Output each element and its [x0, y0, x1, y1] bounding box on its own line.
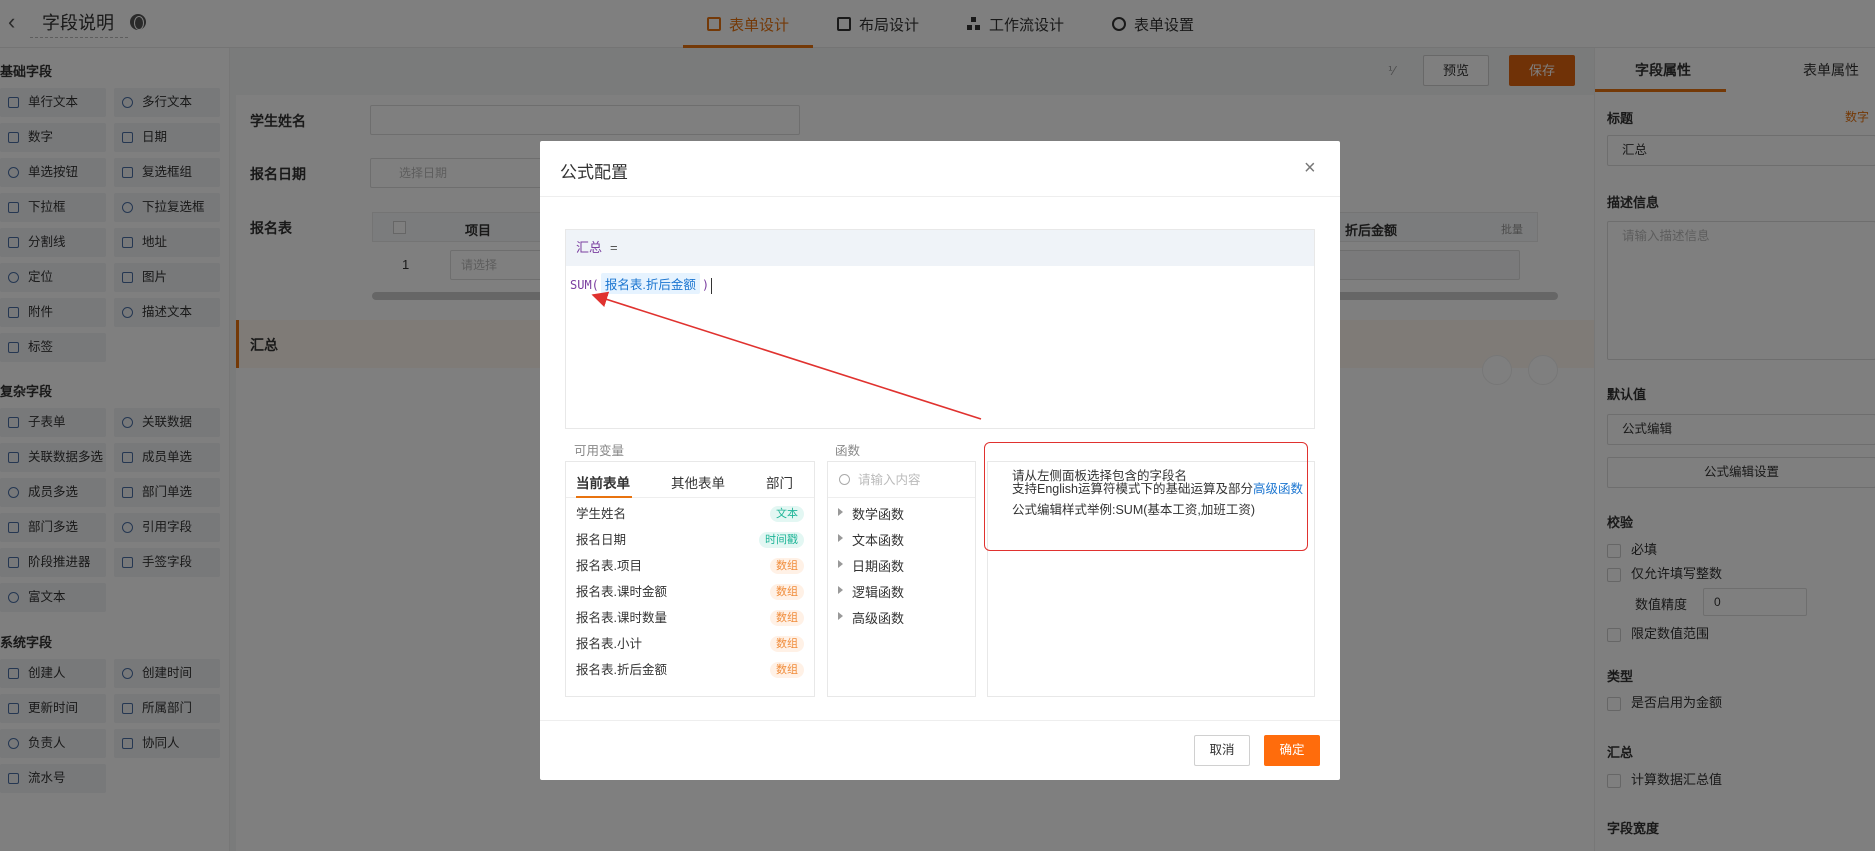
function-category[interactable]: 数学函数	[838, 504, 904, 523]
cancel-button[interactable]: 取消	[1194, 735, 1250, 766]
formula-editor[interactable]: 汇总 = SUM(报名表.折后金额)	[565, 229, 1315, 429]
functions-panel: 请输入内容 数学函数文本函数日期函数逻辑函数高级函数	[827, 461, 976, 697]
ok-button[interactable]: 确定	[1264, 735, 1320, 766]
variables-panel: 当前表单 其他表单 部门 学生姓名 文本 报名日期 时间戳 报名表.项目 数组 报名表.课时…	[565, 461, 815, 697]
formula-target: 汇总 =	[566, 230, 1314, 266]
help-line-3: 公式编辑样式举例:SUM(基本工资,加班工资)	[1012, 503, 1256, 517]
formula-function: SUM(	[570, 278, 599, 292]
tab-current-form[interactable]: 当前表单	[576, 472, 630, 492]
variable-type-badge: 数组	[770, 662, 804, 678]
variable-type-badge: 数组	[770, 558, 804, 574]
function-category[interactable]: 日期函数	[838, 556, 904, 575]
function-category[interactable]: 逻辑函数	[838, 582, 904, 601]
help-text: 请从左侧面板选择包含的字段名 支持English运算符模式下的基础运算及部分高级…	[1012, 470, 1308, 517]
tab-departments[interactable]: 部门	[766, 472, 793, 492]
variable-item[interactable]: 报名日期 时间戳	[576, 530, 804, 550]
variable-item[interactable]: 报名表.小计 数组	[576, 634, 804, 654]
functions-label: 函数	[835, 444, 861, 458]
function-search-input[interactable]: 请输入内容	[828, 462, 975, 498]
variable-item[interactable]: 报名表.折后金额 数组	[576, 660, 804, 680]
search-icon	[839, 474, 850, 485]
variable-type-badge: 时间戳	[759, 532, 804, 548]
variable-type-badge: 数组	[770, 584, 804, 600]
variable-type-badge: 文本	[770, 506, 804, 522]
variable-item[interactable]: 学生姓名 文本	[576, 504, 804, 524]
vars-label: 可用变量	[574, 444, 625, 458]
close-icon[interactable]: ×	[1304, 158, 1316, 178]
variable-type-badge: 数组	[770, 610, 804, 626]
formula-close-paren: )	[701, 278, 710, 292]
text-caret	[711, 277, 713, 294]
variable-item[interactable]: 报名表.项目 数组	[576, 556, 804, 576]
formula-expression[interactable]: SUM(报名表.折后金额)	[570, 273, 713, 294]
modal-title: 公式配置	[560, 163, 628, 182]
variable-item[interactable]: 报名表.课时金额 数组	[576, 582, 804, 602]
formula-config-modal: 公式配置 × 汇总 = SUM(报名表.折后金额) 可用变量 当前表单 其他表单 …	[540, 141, 1340, 780]
variable-type-badge: 数组	[770, 636, 804, 652]
formula-equals: =	[610, 240, 618, 255]
modal-footer: 取消 确定	[540, 720, 1340, 780]
variable-tabs: 当前表单 其他表单 部门	[566, 462, 814, 498]
function-category[interactable]: 文本函数	[838, 530, 904, 549]
active-tab-underline	[576, 496, 632, 498]
tab-other-forms[interactable]: 其他表单	[671, 472, 725, 492]
advanced-functions-link[interactable]: 高级函数	[1253, 482, 1303, 496]
function-category[interactable]: 高级函数	[838, 608, 904, 627]
formula-target-name: 汇总	[576, 240, 603, 255]
formula-field-token[interactable]: 报名表.折后金额	[600, 273, 700, 294]
variable-item[interactable]: 报名表.课时数量 数组	[576, 608, 804, 628]
modal-header: 公式配置 ×	[540, 141, 1340, 197]
help-line-2: 支持English运算符模式下的基础运算及部分高级函数	[1012, 482, 1304, 496]
